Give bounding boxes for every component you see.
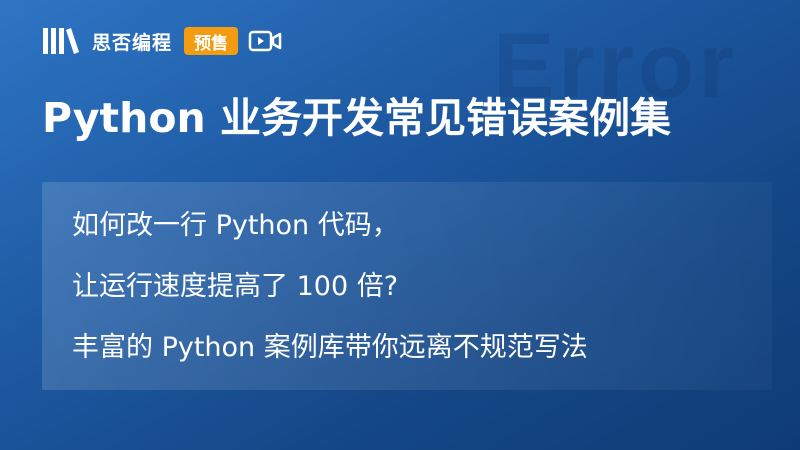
books-icon [42,26,82,56]
page: { "brand": { "name": "思否编程", "badge": "预… [0,0,800,450]
course-title: Python 业务开发常见错误案例集 [42,94,671,142]
brand-logo[interactable]: 思否编程 预售 [42,26,282,56]
description-line: 如何改一行 Python 代码， [72,210,399,241]
description-line: 丰富的 Python 案例库带你远离不规范写法 [72,332,588,363]
presale-badge: 预售 [184,27,239,55]
description-line: 让运行速度提高了 100 倍? [72,271,399,302]
video-camera-icon [248,29,282,53]
brand-name: 思否编程 [92,31,173,54]
description-panel: 如何改一行 Python 代码， 让运行速度提高了 100 倍? 丰富的 Pyt… [42,182,772,390]
